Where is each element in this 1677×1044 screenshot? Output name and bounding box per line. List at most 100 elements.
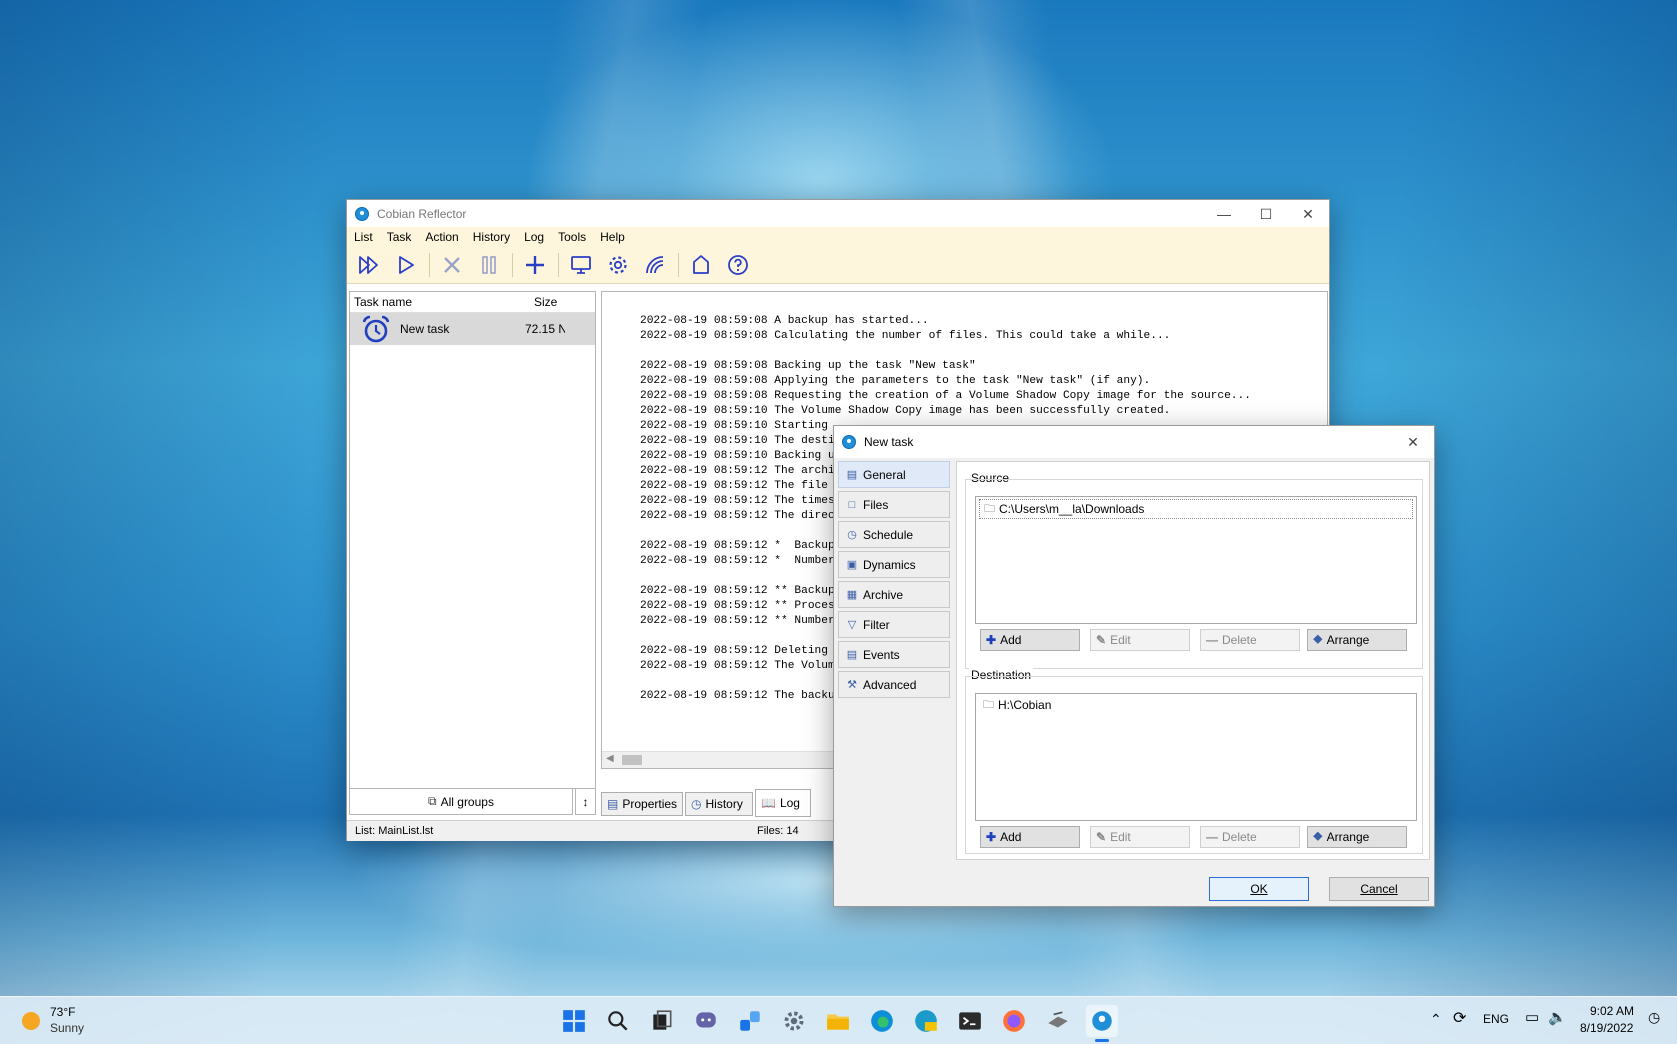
delete-icon: —: [1206, 633, 1218, 647]
start-icon[interactable]: [558, 1005, 590, 1037]
sun-icon: [22, 1012, 40, 1030]
maximize-button[interactable]: ☐: [1245, 200, 1287, 228]
source-item[interactable]: 🗀 C:\Users\m__la\Downloads: [979, 499, 1413, 519]
destination-item[interactable]: 🗀 H:\Cobian: [979, 696, 1413, 714]
tab-advanced[interactable]: ⚒ Advanced: [838, 671, 950, 698]
run-icon[interactable]: [390, 249, 422, 281]
ok-label: OK: [1250, 882, 1268, 896]
all-groups-button[interactable]: ⧉ All groups: [349, 788, 573, 815]
dialog-titlebar[interactable]: New task ✕: [834, 426, 1434, 458]
minimize-button[interactable]: —: [1203, 200, 1245, 228]
weather-desc: Sunny: [50, 1021, 85, 1035]
source-list[interactable]: 🗀 C:\Users\m__la\Downloads: [975, 496, 1417, 624]
source-arrange-button[interactable]: ⯁ Arrange: [1307, 629, 1407, 651]
close-button[interactable]: ✕: [1287, 200, 1329, 228]
destination-edit-button[interactable]: ✎ Edit: [1090, 826, 1190, 848]
destination-delete-button[interactable]: — Delete: [1200, 826, 1300, 848]
chat-icon[interactable]: [690, 1005, 722, 1037]
cancel-button[interactable]: Cancel: [1329, 877, 1429, 901]
terminal-icon[interactable]: [954, 1005, 986, 1037]
horizontal-scrollbar[interactable]: ◀: [602, 751, 842, 768]
firefox-icon[interactable]: [998, 1005, 1030, 1037]
tab-history[interactable]: ◷ History: [685, 792, 753, 816]
taskbar: 73°F Sunny ⌃ ⟳ ENG ▭ 🔈 9:02 AM 8/19/2022…: [0, 996, 1677, 1044]
app-icon[interactable]: [1042, 1005, 1074, 1037]
destination-add-button[interactable]: ✚ Add: [980, 826, 1080, 848]
tab-events-label: Events: [863, 647, 900, 662]
chevron-up-icon[interactable]: ⌃: [1430, 1011, 1442, 1028]
home-icon[interactable]: [685, 249, 717, 281]
archive-icon: ▦: [846, 589, 858, 601]
sync-icon[interactable]: ⟳: [1453, 1008, 1466, 1028]
col-task-name[interactable]: Task name: [350, 295, 534, 309]
tab-properties[interactable]: ▤ Properties: [601, 792, 683, 816]
tab-general[interactable]: ▤ General: [838, 461, 950, 488]
tab-log[interactable]: 📖 Log: [755, 789, 811, 817]
tab-history-label: History: [705, 797, 743, 811]
tab-archive[interactable]: ▦ Archive: [838, 581, 950, 608]
menu-task[interactable]: Task: [380, 230, 419, 244]
task-size: 72.15 N: [525, 322, 565, 336]
dynamics-icon: ▣: [846, 559, 858, 571]
search-icon[interactable]: [602, 1005, 634, 1037]
help-icon[interactable]: [722, 249, 754, 281]
signal-icon[interactable]: [639, 249, 671, 281]
task-list-panel: Task name Size New task 72.15 N: [349, 291, 596, 789]
cobian-icon[interactable]: [1086, 1005, 1118, 1037]
settings-icon[interactable]: [778, 1005, 810, 1037]
stop-icon[interactable]: [436, 249, 468, 281]
dialog-close-button[interactable]: ✕: [1392, 426, 1434, 458]
tab-filter[interactable]: ▽ Filter: [838, 611, 950, 638]
edge-canary-icon[interactable]: [910, 1005, 942, 1037]
main-titlebar[interactable]: Cobian Reflector — ☐ ✕: [347, 200, 1329, 228]
language-indicator[interactable]: ENG: [1483, 1012, 1509, 1026]
menu-history[interactable]: History: [466, 230, 517, 244]
destination-list[interactable]: 🗀 H:\Cobian: [975, 693, 1417, 821]
col-size[interactable]: Size: [534, 295, 557, 309]
log-line: 2022-08-19 08:59:08 Calculating the numb…: [640, 330, 1171, 342]
task-row[interactable]: New task 72.15 N: [350, 313, 595, 345]
destination-arrange-button[interactable]: ⯁ Arrange: [1307, 826, 1407, 848]
menu-help[interactable]: Help: [593, 230, 632, 244]
edge-icon[interactable]: [866, 1005, 898, 1037]
pause-icon[interactable]: [473, 249, 505, 281]
source-edit-button[interactable]: ✎ Edit: [1090, 629, 1190, 651]
menu-log[interactable]: Log: [517, 230, 551, 244]
source-add-button[interactable]: ✚ Add: [980, 629, 1080, 651]
notification-icon[interactable]: ◷: [1648, 1009, 1660, 1026]
settings-gear-icon[interactable]: [602, 249, 634, 281]
menu-tools[interactable]: Tools: [551, 230, 593, 244]
source-delete-button[interactable]: — Delete: [1200, 629, 1300, 651]
add-task-icon[interactable]: [519, 249, 551, 281]
dialog-app-icon: [842, 435, 856, 449]
tab-events[interactable]: ▤ Events: [838, 641, 950, 668]
clock-time[interactable]: 9:02 AM: [1590, 1004, 1634, 1018]
folder-icon: 🗀: [984, 502, 995, 515]
arrange-label: Arrange: [1326, 633, 1370, 647]
tab-files[interactable]: □ Files: [838, 491, 950, 518]
weather-widget[interactable]: 73°F Sunny: [20, 1005, 120, 1037]
tab-schedule[interactable]: ◷ Schedule: [838, 521, 950, 548]
monitor-icon[interactable]: [565, 249, 597, 281]
scroll-left-icon[interactable]: ◀: [606, 753, 614, 764]
menu-action[interactable]: Action: [418, 230, 465, 244]
tab-dynamics[interactable]: ▣ Dynamics: [838, 551, 950, 578]
volume-icon[interactable]: 🔈: [1548, 1008, 1567, 1026]
network-icon[interactable]: ▭: [1525, 1008, 1539, 1026]
arrange-label: Arrange: [1326, 830, 1370, 844]
scroll-thumb[interactable]: [622, 755, 642, 765]
tab-advanced-label: Advanced: [863, 677, 917, 692]
file-explorer-icon[interactable]: [822, 1005, 854, 1037]
clock-date[interactable]: 8/19/2022: [1580, 1021, 1633, 1035]
task-view-icon[interactable]: [646, 1005, 678, 1037]
run-all-icon[interactable]: [353, 249, 385, 281]
menu-list[interactable]: List: [347, 230, 380, 244]
log-line: 2022-08-19 08:59:10 The Volume Shadow Co…: [640, 405, 1171, 417]
delete-icon: —: [1206, 830, 1218, 844]
log-line: 2022-08-19 08:59:08 A backup has started…: [640, 315, 929, 327]
monitor-icon: ▤: [846, 469, 858, 481]
widgets-icon[interactable]: [734, 1005, 766, 1037]
ok-button[interactable]: OK: [1209, 877, 1309, 901]
sort-toggle-button[interactable]: ↕: [575, 788, 596, 815]
